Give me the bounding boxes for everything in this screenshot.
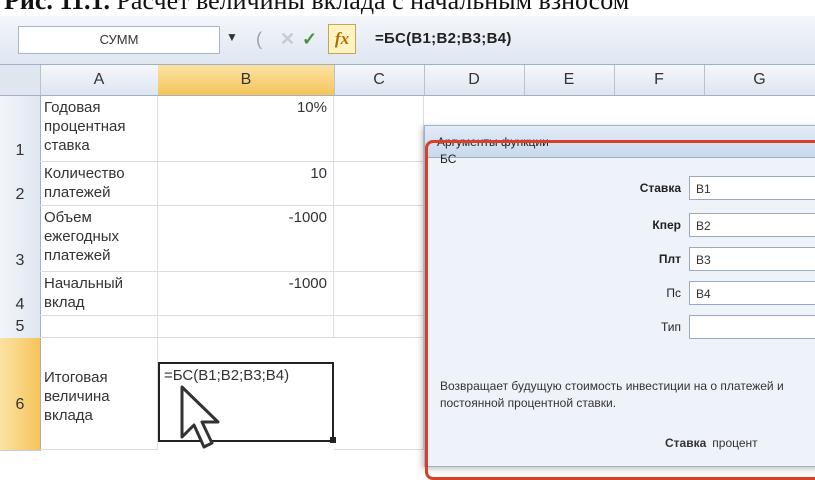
arg-input-pmt[interactable]: B3 bbox=[689, 247, 815, 271]
name-box-dropdown-icon[interactable]: ▼ bbox=[226, 30, 238, 44]
formula-input[interactable]: =БС(B1;B2;B3;B4) bbox=[375, 26, 512, 52]
cell-b3[interactable]: -1000 bbox=[158, 206, 334, 272]
cell-c4[interactable] bbox=[334, 272, 424, 316]
cell-c2[interactable] bbox=[334, 162, 424, 206]
cell-b4[interactable]: -1000 bbox=[158, 272, 334, 316]
arg-label-rate: Ставка bbox=[639, 181, 681, 195]
formula-cancel-icon[interactable]: ( bbox=[256, 26, 262, 52]
argument-help-label: Ставка bbox=[665, 436, 707, 450]
caption-text: Расчет величины вклада с начальным взнос… bbox=[116, 0, 630, 15]
function-name: БС bbox=[440, 152, 457, 166]
cell-c3[interactable] bbox=[334, 206, 424, 272]
column-header-a[interactable]: A bbox=[40, 65, 159, 95]
arg-label-pv: Пс bbox=[666, 286, 681, 300]
argument-help-text: процент bbox=[712, 436, 758, 450]
row-header-1[interactable]: 1 bbox=[0, 96, 41, 163]
cell-a3[interactable]: Объем ежегодных платежей bbox=[40, 206, 158, 272]
cell-c6[interactable] bbox=[334, 338, 424, 450]
arg-label-nper: Кпер bbox=[652, 218, 681, 232]
cell-b1[interactable]: 10% bbox=[158, 96, 334, 162]
cancel-x-icon[interactable]: ✕ bbox=[280, 26, 295, 52]
column-headers: A B C D E F G bbox=[0, 65, 815, 96]
row-header-2[interactable]: 2 bbox=[0, 162, 41, 207]
insert-function-icon[interactable]: fx bbox=[328, 24, 356, 54]
caption-prefix: Рис. 11.1. bbox=[4, 0, 110, 15]
column-header-e[interactable]: E bbox=[524, 65, 615, 95]
figure-caption: Рис. 11.1. Расчет величины вклада с нача… bbox=[0, 0, 815, 16]
cell-a6[interactable]: Итоговая величина вклада bbox=[40, 338, 158, 450]
arg-label-type: Тип bbox=[660, 320, 681, 334]
row-header-6[interactable]: 6 bbox=[0, 338, 41, 451]
column-header-d[interactable]: D bbox=[424, 65, 525, 95]
confirm-check-icon[interactable]: ✓ bbox=[302, 26, 317, 52]
argument-help: Ставка процент bbox=[665, 436, 758, 450]
name-box[interactable]: СУММ bbox=[18, 26, 220, 54]
cell-a1[interactable]: Годовая процентная ставка bbox=[40, 96, 158, 162]
row-header-5[interactable]: 5 bbox=[0, 316, 41, 339]
cell-a2[interactable]: Количество платежей bbox=[40, 162, 158, 206]
mouse-pointer-icon bbox=[180, 385, 220, 449]
cell-b2[interactable]: 10 bbox=[158, 162, 334, 206]
row-header-3[interactable]: 3 bbox=[0, 206, 41, 273]
cell-b5[interactable] bbox=[158, 316, 334, 338]
column-header-f[interactable]: F bbox=[614, 65, 705, 95]
function-description: Возвращает будущую стоимость инвестиции … bbox=[440, 379, 784, 410]
cell-c1[interactable] bbox=[334, 96, 424, 162]
arg-label-pmt: Плт bbox=[658, 252, 681, 266]
row-header-4[interactable]: 4 bbox=[0, 272, 41, 317]
column-header-g[interactable]: G bbox=[704, 65, 815, 95]
cell-c5[interactable] bbox=[334, 316, 424, 338]
column-header-c[interactable]: C bbox=[334, 65, 425, 95]
arg-input-type[interactable] bbox=[689, 315, 815, 339]
arg-input-rate[interactable]: B1 bbox=[689, 176, 815, 200]
select-all-corner[interactable] bbox=[0, 65, 41, 95]
function-arguments-dialog: Аргументы функции БС Ставка B1 Кпер B2 П… bbox=[424, 125, 815, 480]
arg-input-pv[interactable]: B4 bbox=[689, 281, 815, 305]
cell-a5[interactable] bbox=[40, 316, 158, 338]
cell-a4[interactable]: Начальный вклад bbox=[40, 272, 158, 316]
formula-bar: СУММ ▼ ( ✕ ✓ fx =БС(B1;B2;B3;B4) bbox=[0, 16, 815, 65]
column-header-b[interactable]: B bbox=[158, 65, 335, 95]
arg-input-nper[interactable]: B2 bbox=[689, 213, 815, 237]
